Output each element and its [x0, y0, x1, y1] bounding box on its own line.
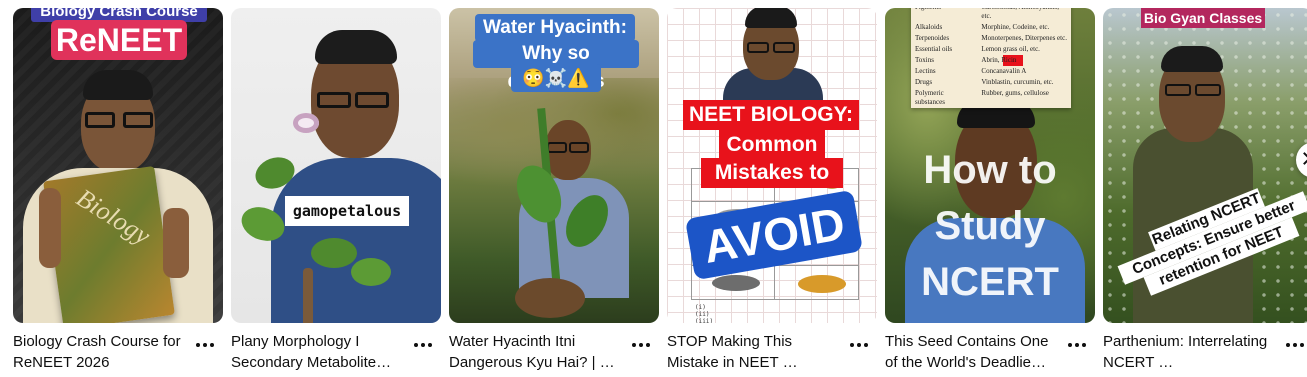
three-dots-icon[interactable]	[849, 342, 869, 348]
short-thumbnail-1[interactable]: Biology Crash Course for ReNEET Biology	[13, 8, 223, 323]
table-row: Alkaloids Morphine, Codeine, etc.	[911, 22, 1071, 33]
overlay-emojis: 😳☠️⚠️	[511, 64, 601, 92]
short-thumbnail-6[interactable]: Bio Gyan Classes Relating NCERT Concepts…	[1103, 8, 1307, 323]
table-cell-category: Drugs	[915, 78, 933, 86]
table-cell-category: Alkaloids	[915, 23, 943, 31]
short-card-6[interactable]: Bio Gyan Classes Relating NCERT Concepts…	[1103, 8, 1307, 375]
overlay-line-1: Water Hyacinth:	[475, 14, 635, 42]
three-dots-icon[interactable]	[1067, 342, 1087, 348]
table-cell-examples: Carotenoids, Anthocyanins, etc.	[981, 8, 1059, 20]
biology-book: Biology	[43, 165, 175, 323]
table-cell-examples: Vinblastin, curcumin, etc.	[981, 78, 1054, 86]
short-meta-1: Biology Crash Course for ReNEET 2026	[13, 331, 223, 375]
shorts-shelf: Biology Crash Course for ReNEET Biology …	[0, 0, 1307, 377]
short-thumbnail-5[interactable]: Pigments Carotenoids, Anthocyanins, etc. A…	[885, 8, 1095, 323]
overlay-line-1: How to	[923, 148, 1057, 192]
short-card-2[interactable]: gamopetalous Plany Morphology I Secondar…	[231, 8, 441, 375]
overlay-badge: Bio Gyan Classes	[1141, 8, 1265, 28]
short-card-1[interactable]: Biology Crash Course for ReNEET Biology …	[13, 8, 223, 375]
table-row: Lectins Concanavalin A	[911, 66, 1071, 77]
table-cell-category: Polymeric substances	[915, 89, 945, 106]
short-meta-3: Water Hyacinth Itni Dangerous Kyu Hai? |…	[449, 331, 659, 375]
table-cell-category: Terpenoides	[915, 34, 950, 42]
short-meta-2: Plany Morphology I Secondary Metabolite…	[231, 331, 441, 375]
metabolites-table: Pigments Carotenoids, Anthocyanins, etc. A…	[911, 8, 1071, 108]
overlay-line-2: Study	[934, 204, 1046, 248]
short-card-5[interactable]: Pigments Carotenoids, Anthocyanins, etc. A…	[885, 8, 1095, 375]
overlay-line-3: NCERT	[921, 260, 1059, 304]
table-cell-category: Essential oils	[915, 45, 953, 53]
short-thumbnail-3[interactable]: Water Hyacinth: Why so dangerous 😳☠️⚠️	[449, 8, 659, 323]
three-dots-icon[interactable]	[1285, 342, 1305, 348]
table-cell-category: Lectins	[915, 67, 936, 75]
overlay-red-line-1: NEET BIOLOGY:	[683, 100, 859, 130]
table-row: Polymeric substances Rubber, gums, cellul…	[911, 88, 1071, 108]
chevron-right-icon	[1298, 152, 1307, 165]
table-cell-examples: Concanavalin A	[981, 67, 1027, 75]
overlay-label: gamopetalous	[285, 196, 409, 226]
table-row: Toxins Abrin, Ricin	[911, 55, 1071, 66]
short-meta-6: Parthenium: Interrelating NCERT …	[1103, 331, 1307, 375]
table-row: Terpenoides Monoterpenes, Diterpenes etc.	[911, 33, 1071, 44]
table-cell-examples: Morphine, Codeine, etc.	[981, 23, 1050, 31]
short-title-3[interactable]: Water Hyacinth Itni Dangerous Kyu Hai? |…	[449, 331, 627, 373]
overlay-big-title: ReNEET	[51, 20, 187, 60]
short-title-2[interactable]: Plany Morphology I Secondary Metabolite…	[231, 331, 409, 373]
overlay-red-line-2: Common	[719, 130, 825, 160]
book-cover-text: Biology	[71, 182, 156, 251]
short-title-4[interactable]: STOP Making This Mistake in NEET …	[667, 331, 845, 373]
short-card-3[interactable]: Water Hyacinth: Why so dangerous 😳☠️⚠️ W…	[449, 8, 659, 375]
short-title-1[interactable]: Biology Crash Course for ReNEET 2026	[13, 331, 191, 373]
three-dots-icon[interactable]	[195, 342, 215, 348]
table-row: Essential oils Lemon grass oil, etc.	[911, 44, 1071, 55]
three-dots-icon[interactable]	[631, 342, 651, 348]
overlay-red-line-3: Mistakes to	[701, 158, 843, 188]
short-card-4[interactable]: NEET BIOLOGY: Common Mistakes to AVOID (…	[667, 8, 877, 375]
table-row: Pigments Carotenoids, Anthocyanins, etc.	[911, 8, 1071, 22]
short-title-5[interactable]: This Seed Contains One of the World's De…	[885, 331, 1063, 373]
table-row: Drugs Vinblastin, curcumin, etc.	[911, 77, 1071, 88]
short-title-6[interactable]: Parthenium: Interrelating NCERT …	[1103, 331, 1281, 373]
table-cell-category: Toxins	[915, 56, 934, 64]
table-cell-examples: Abrin, Ricin	[977, 55, 1071, 66]
short-meta-4: STOP Making This Mistake in NEET …	[667, 331, 877, 375]
three-dots-icon[interactable]	[413, 342, 433, 348]
short-thumbnail-4[interactable]: NEET BIOLOGY: Common Mistakes to AVOID (…	[667, 8, 877, 323]
table-cell-examples: Monoterpenes, Diterpenes etc.	[981, 34, 1067, 42]
table-cell-examples: Lemon grass oil, etc.	[981, 45, 1040, 53]
table-cell-category: Pigments	[911, 8, 977, 22]
table-cell-examples: Rubber, gums, cellulose	[981, 89, 1049, 97]
diagram-footnote-marks: (i) (ii) (iii)	[695, 304, 714, 323]
short-meta-5: This Seed Contains One of the World's De…	[885, 331, 1095, 375]
short-thumbnail-2[interactable]: gamopetalous	[231, 8, 441, 323]
